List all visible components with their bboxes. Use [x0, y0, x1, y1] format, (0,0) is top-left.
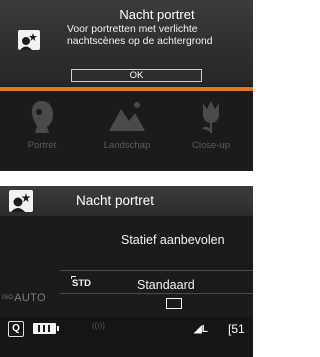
wifi-off-icon: ((ı))	[92, 321, 105, 330]
flower-icon	[202, 101, 219, 133]
mode-name: Nacht portret	[76, 193, 155, 208]
mode-help-title: Nacht portret	[119, 7, 195, 22]
mode-divider	[0, 87, 253, 91]
mode-header: Nacht portret	[0, 186, 253, 216]
divider	[60, 270, 253, 271]
scene-closeup-label: Close-up	[191, 140, 231, 151]
portrait-icon	[31, 101, 53, 133]
scene-portrait-label: Portret	[27, 140, 57, 151]
battery-full-icon	[33, 323, 59, 334]
tripod-advice: Statief aanbevolen	[121, 233, 225, 247]
shots-remaining: [51	[228, 322, 245, 336]
landscape-icon	[109, 102, 145, 131]
q-button[interactable]: Q	[8, 321, 24, 337]
ok-button[interactable]: OK	[71, 69, 202, 82]
night-portrait-icon	[18, 30, 40, 50]
scene-landscape[interactable]: Landschap	[85, 97, 169, 167]
iso-value: AUTO	[14, 292, 46, 304]
picture-style-setting[interactable]: Standaard	[137, 278, 195, 292]
mode-help-panel: Nacht portret Voor portretten met verlic…	[0, 0, 253, 86]
aspect-ratio-icon[interactable]	[166, 298, 182, 309]
iso-prefix: ISO	[2, 295, 14, 302]
divider	[60, 293, 253, 294]
iso-setting[interactable]: ISOAUTO	[2, 292, 46, 304]
quick-control-screen: Nacht portret Statief aanbevolen ISOAUTO…	[0, 186, 253, 357]
image-quality[interactable]: ◢L	[194, 324, 208, 335]
scene-portrait[interactable]: Portret	[0, 97, 84, 167]
picture-style-icon: STD	[71, 276, 91, 289]
night-portrait-icon	[9, 190, 33, 212]
mode-help-screen: Nacht portret Voor portretten met verlic…	[0, 0, 253, 171]
scene-closeup[interactable]: Close-up	[169, 97, 253, 167]
scene-landscape-label: Landschap	[103, 140, 151, 151]
mode-help-description: Voor portretten met verlichte nachtscène…	[67, 24, 213, 47]
